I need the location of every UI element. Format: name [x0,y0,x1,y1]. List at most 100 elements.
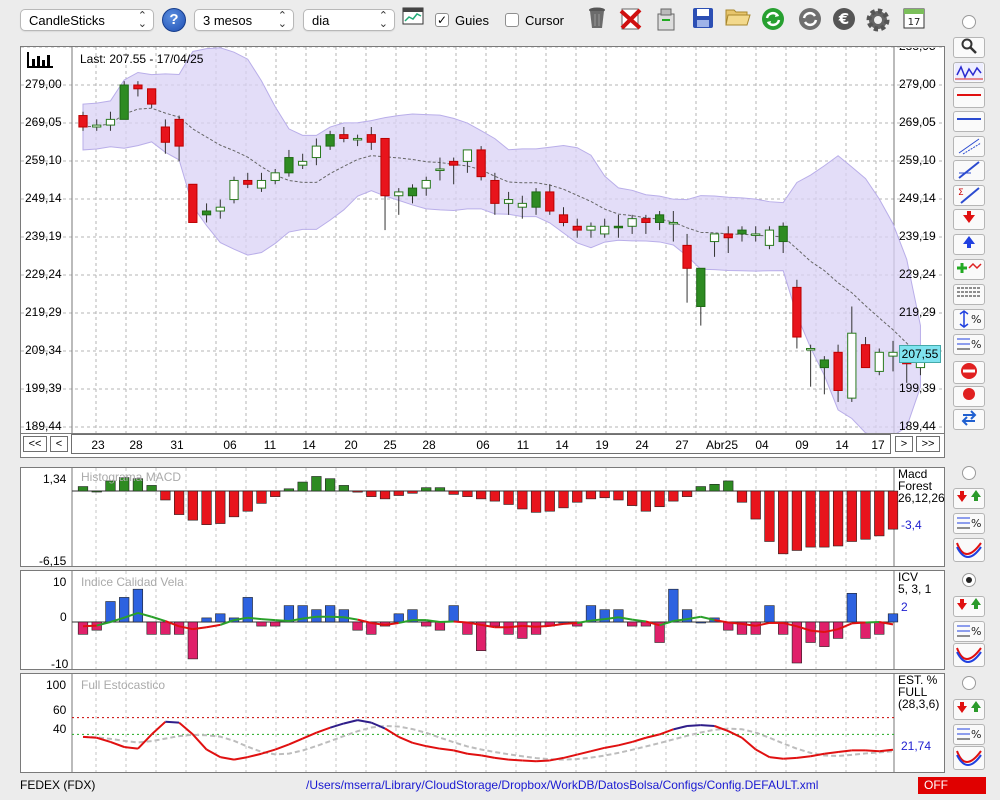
candle-body [792,286,802,338]
trash-icon[interactable] [583,6,611,34]
candle-body [600,225,610,235]
fibonacci-icon[interactable]: Σ [953,185,985,206]
macd-lines-percent-icon[interactable]: % [953,513,985,534]
stochastic-radio[interactable] [962,676,976,690]
scale-percent-icon[interactable]: % [953,309,985,330]
macd-params: 26,12,26 [898,491,945,505]
price-chart[interactable] [21,47,944,433]
guides-checkbox[interactable]: ✓ [435,13,449,27]
candle-body [558,214,569,223]
icv-params: 5, 3, 1 [898,582,932,596]
histogram-bar [283,488,295,492]
icv-move-arrows-icon[interactable] [953,596,985,617]
histogram-bar [778,490,789,555]
candle-body [833,351,843,391]
date-tick-label: 09 [795,438,809,452]
open-folder-icon[interactable] [724,6,752,34]
channel-tool-icon[interactable] [953,136,985,157]
price-tick-right: 199,39 [899,381,936,395]
icv-bar [819,621,830,647]
macd-move-arrows-icon[interactable] [953,488,985,509]
candle-body [545,191,555,212]
macd-curves-icon[interactable] [953,538,985,562]
stochastic-segment [590,746,605,753]
lines-icon[interactable] [953,284,985,305]
reload-icon[interactable] [796,6,824,34]
next-page-button[interactable]: > [895,436,913,452]
no-entry-icon[interactable] [953,361,985,384]
arrow-down-icon[interactable] [953,209,985,230]
icv-lines-percent-icon[interactable]: % [953,621,985,642]
candle-body [874,351,884,372]
stochastic-segment [82,735,97,739]
horizontal-blue-line-icon[interactable] [953,111,985,132]
icv-signal-segment [82,624,97,628]
cursor-label: Cursor [525,13,565,28]
icv-bar [338,609,349,623]
candle [380,137,390,231]
candle-body [462,149,473,162]
candle-body [270,172,280,181]
stochastic-segment [604,744,619,749]
icv-signal-segment [453,620,468,624]
last-page-button[interactable]: >> [916,436,940,452]
stochastic-segment [439,747,454,752]
icv-bar [146,621,157,635]
save-icon[interactable] [689,6,717,34]
stochastic-segment [247,752,262,759]
trend-line-icon[interactable] [953,160,985,181]
swap-icon[interactable] [953,409,985,430]
candle-body [92,124,102,128]
calendar-icon[interactable]: 17 [900,6,928,34]
stochastic-segment [755,748,770,758]
delete-icon[interactable] [617,6,645,34]
bars-icon [27,52,53,71]
gear-icon[interactable] [864,6,892,34]
chart-type-select[interactable]: CandleSticks ⌃ ⌄ [20,9,154,31]
previous-page-button[interactable]: < [50,436,68,452]
stoch-lines-percent-icon[interactable]: % [953,724,985,745]
histogram-bar [366,490,377,497]
range-select[interactable]: 3 mesos ⌃ ⌄ [194,9,294,31]
icv-curves-icon[interactable] [953,643,985,667]
histogram-bar [874,490,885,537]
icv-radio[interactable] [962,573,976,587]
currency-icon[interactable]: € [830,6,858,34]
lines-percent-icon[interactable]: % [953,334,985,355]
candle-body [284,157,294,174]
macd-radio[interactable] [962,466,976,480]
horizontal-red-line-icon[interactable] [953,87,985,108]
record-icon[interactable] [953,386,985,407]
histogram-bar [585,490,597,500]
svg-text:%: % [971,625,981,638]
chart-settings-icon[interactable] [400,6,426,34]
main-chart-radio[interactable] [962,15,976,29]
stoch-curves-icon[interactable] [953,746,985,770]
stoch-move-arrows-icon[interactable] [953,699,985,720]
stochastic-segment [110,741,125,748]
refresh-icon[interactable] [759,6,787,34]
stochastic-segment [206,748,221,758]
stochastic-signal-line [82,724,894,761]
clear-icon[interactable] [652,6,680,34]
icv-signal-segment [508,624,523,629]
icv-bar [517,621,528,639]
icv-bar [270,621,281,627]
interval-select[interactable]: dia ⌃ ⌄ [303,9,395,31]
price-bars-icon[interactable] [953,62,985,83]
mode-badge[interactable]: OFF [918,777,986,794]
zoom-icon[interactable] [953,37,985,58]
icv-bar [448,605,459,623]
arrow-up-icon[interactable] [953,234,985,255]
icv-bar [887,613,899,623]
icv-bar [434,621,446,631]
range-value: 3 mesos [203,13,253,28]
add-indicator-icon[interactable] [953,259,985,280]
candle-body [860,344,871,369]
first-page-button[interactable]: << [23,436,47,452]
cursor-checkbox[interactable] [505,13,519,27]
config-path-link[interactable]: /Users/mserra/Library/CloudStorage/Dropb… [306,778,818,792]
candle-body [723,233,733,239]
help-button[interactable]: ? [162,8,186,32]
histogram-bar [887,490,899,530]
